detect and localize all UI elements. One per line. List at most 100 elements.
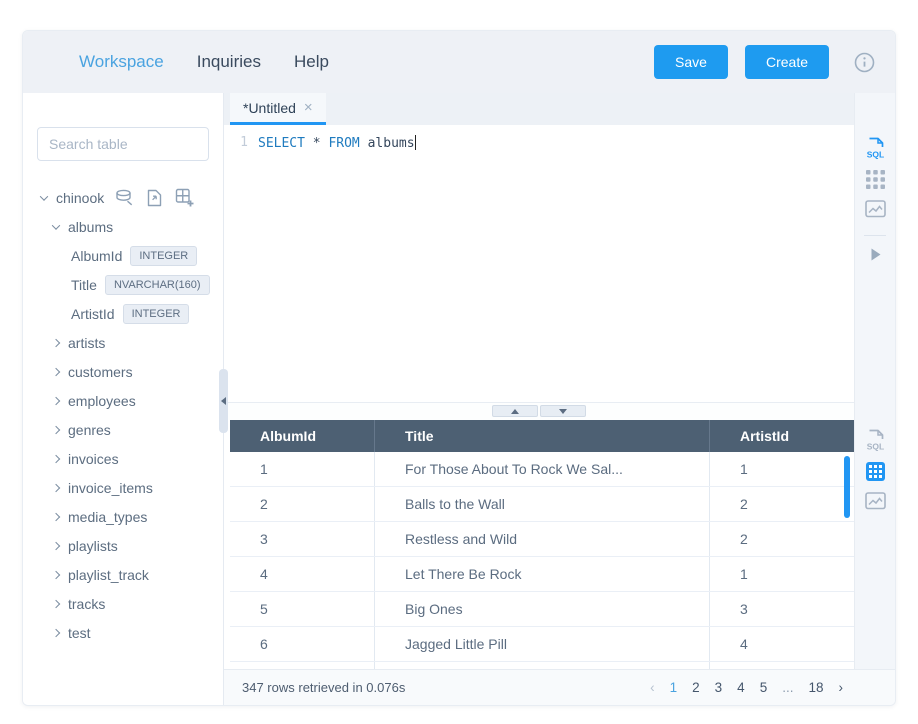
run-icon[interactable] [868,247,883,262]
nav-item-workspace[interactable]: Workspace [79,52,164,72]
tree-column-artistid[interactable]: ArtistIdINTEGER [23,299,223,328]
file-export-icon[interactable] [147,189,162,207]
tree-item-playlists[interactable]: playlists [23,531,223,560]
tree-item-database[interactable]: chinook [23,183,223,212]
chevron-right-icon[interactable] [52,512,60,520]
chevron-down-icon[interactable] [52,221,60,229]
tree-item-employees[interactable]: employees [23,386,223,415]
database-name: chinook [56,190,104,206]
tab-close-icon[interactable]: × [304,99,313,116]
chevron-right-icon[interactable] [52,367,60,375]
table-row[interactable] [230,662,854,669]
sidebar-collapse-handle[interactable] [219,369,228,433]
nav-item-help[interactable]: Help [294,52,329,72]
chevron-right-icon[interactable] [52,628,60,636]
column-name: Title [71,277,97,293]
sql-icon[interactable]: SQL [865,429,886,451]
table-row[interactable]: 1For Those About To Rock We Sal...1 [230,452,854,487]
tree-column-albumid[interactable]: AlbumIdINTEGER [23,241,223,270]
table-row[interactable]: 4Let There Be Rock1 [230,557,854,592]
pagination-page-4[interactable]: 4 [737,680,745,695]
sql-icon[interactable]: SQL [865,137,886,159]
tree-item-invoices[interactable]: invoices [23,444,223,473]
table-name: invoice_items [68,480,153,496]
chevron-right-icon[interactable] [52,483,60,491]
pagination-ellipsis: ... [782,680,793,695]
tree-column-title[interactable]: TitleNVARCHAR(160) [23,270,223,299]
column-header-artistid[interactable]: ArtistId [710,420,854,452]
table-grid-icon[interactable] [866,170,885,189]
results-scrollbar[interactable] [844,456,850,518]
editor-rail-group: SQL [855,137,895,262]
tree-item-invoice_items[interactable]: invoice_items [23,473,223,502]
save-button[interactable]: Save [654,45,728,79]
chevron-right-icon[interactable] [52,541,60,549]
table-name: customers [68,364,133,380]
chevron-right-icon[interactable] [52,338,60,346]
table-row[interactable]: 5Big Ones3 [230,592,854,627]
table-cell: 2 [230,487,375,521]
app-window: Workspace Inquiries Help Save Create chino… [22,30,896,706]
database-icon[interactable] [115,189,134,206]
chevron-right-icon[interactable] [52,396,60,404]
pagination-page-18[interactable]: 18 [808,680,823,695]
table-cell: 6 [230,627,375,661]
pagination-page-5[interactable]: 5 [760,680,768,695]
app-header: Workspace Inquiries Help Save Create [23,31,895,93]
chevron-right-icon[interactable] [52,425,60,433]
tree-item-albums[interactable]: albums [23,212,223,241]
sql-editor[interactable]: 1 SELECT * FROM albums [224,125,854,403]
pagination-next[interactable]: › [839,680,844,695]
chevron-right-icon[interactable] [52,454,60,462]
collapse-up-button[interactable] [492,405,538,417]
column-header-title[interactable]: Title [375,420,710,452]
table-cell: 2 [710,522,854,556]
tree-item-playlist_track[interactable]: playlist_track [23,560,223,589]
svg-text:SQL: SQL [866,150,883,160]
tree-item-tracks[interactable]: tracks [23,589,223,618]
table-cell: Restless and Wild [375,522,710,556]
table-name: albums [68,219,113,235]
chevron-right-icon[interactable] [52,570,60,578]
table-cell: 1 [710,452,854,486]
pagination-page-3[interactable]: 3 [715,680,723,695]
search-table-input[interactable] [37,127,209,161]
table-grid-icon[interactable] [866,462,885,481]
pane-splitter[interactable] [224,403,854,420]
chevron-right-icon[interactable] [52,599,60,607]
table-row[interactable]: 6Jagged Little Pill4 [230,627,854,662]
table-cell: 4 [230,557,375,591]
sql-token: FROM [328,136,359,151]
table-row[interactable]: 2Balls to the Wall2 [230,487,854,522]
tree-item-artists[interactable]: artists [23,328,223,357]
table-name: genres [68,422,111,438]
table-add-icon[interactable] [175,188,194,207]
table-cell: 1 [230,452,375,486]
column-name: ArtistId [71,306,115,322]
table-cell [230,662,375,669]
chart-icon[interactable] [865,492,886,511]
tree-item-genres[interactable]: genres [23,415,223,444]
chart-icon[interactable] [865,200,886,219]
column-header-albumid[interactable]: AlbumId [230,420,375,452]
schema-sidebar: chinook albums AlbumIdINTEGERTitleNVARCH… [23,93,224,705]
pagination-page-1[interactable]: 1 [670,680,678,695]
tree-item-customers[interactable]: customers [23,357,223,386]
collapse-down-button[interactable] [540,405,586,417]
arrow-down-icon [559,409,567,414]
create-button[interactable]: Create [745,45,829,79]
info-icon[interactable] [854,52,875,73]
tree-item-test[interactable]: test [23,618,223,647]
tab-untitled[interactable]: *Untitled × [230,93,326,125]
editor-tabbar: *Untitled × [224,93,854,125]
results-header-row: AlbumIdTitleArtistId [230,420,854,452]
chevron-down-icon[interactable] [40,192,48,200]
tree-item-media_types[interactable]: media_types [23,502,223,531]
results-rail-group: SQL [855,429,895,511]
sql-token: SELECT [258,136,305,151]
pagination-page-2[interactable]: 2 [692,680,700,695]
table-cell: Jagged Little Pill [375,627,710,661]
table-row[interactable]: 3Restless and Wild2 [230,522,854,557]
pagination-prev[interactable]: ‹ [650,680,655,695]
nav-item-inquiries[interactable]: Inquiries [197,52,261,72]
